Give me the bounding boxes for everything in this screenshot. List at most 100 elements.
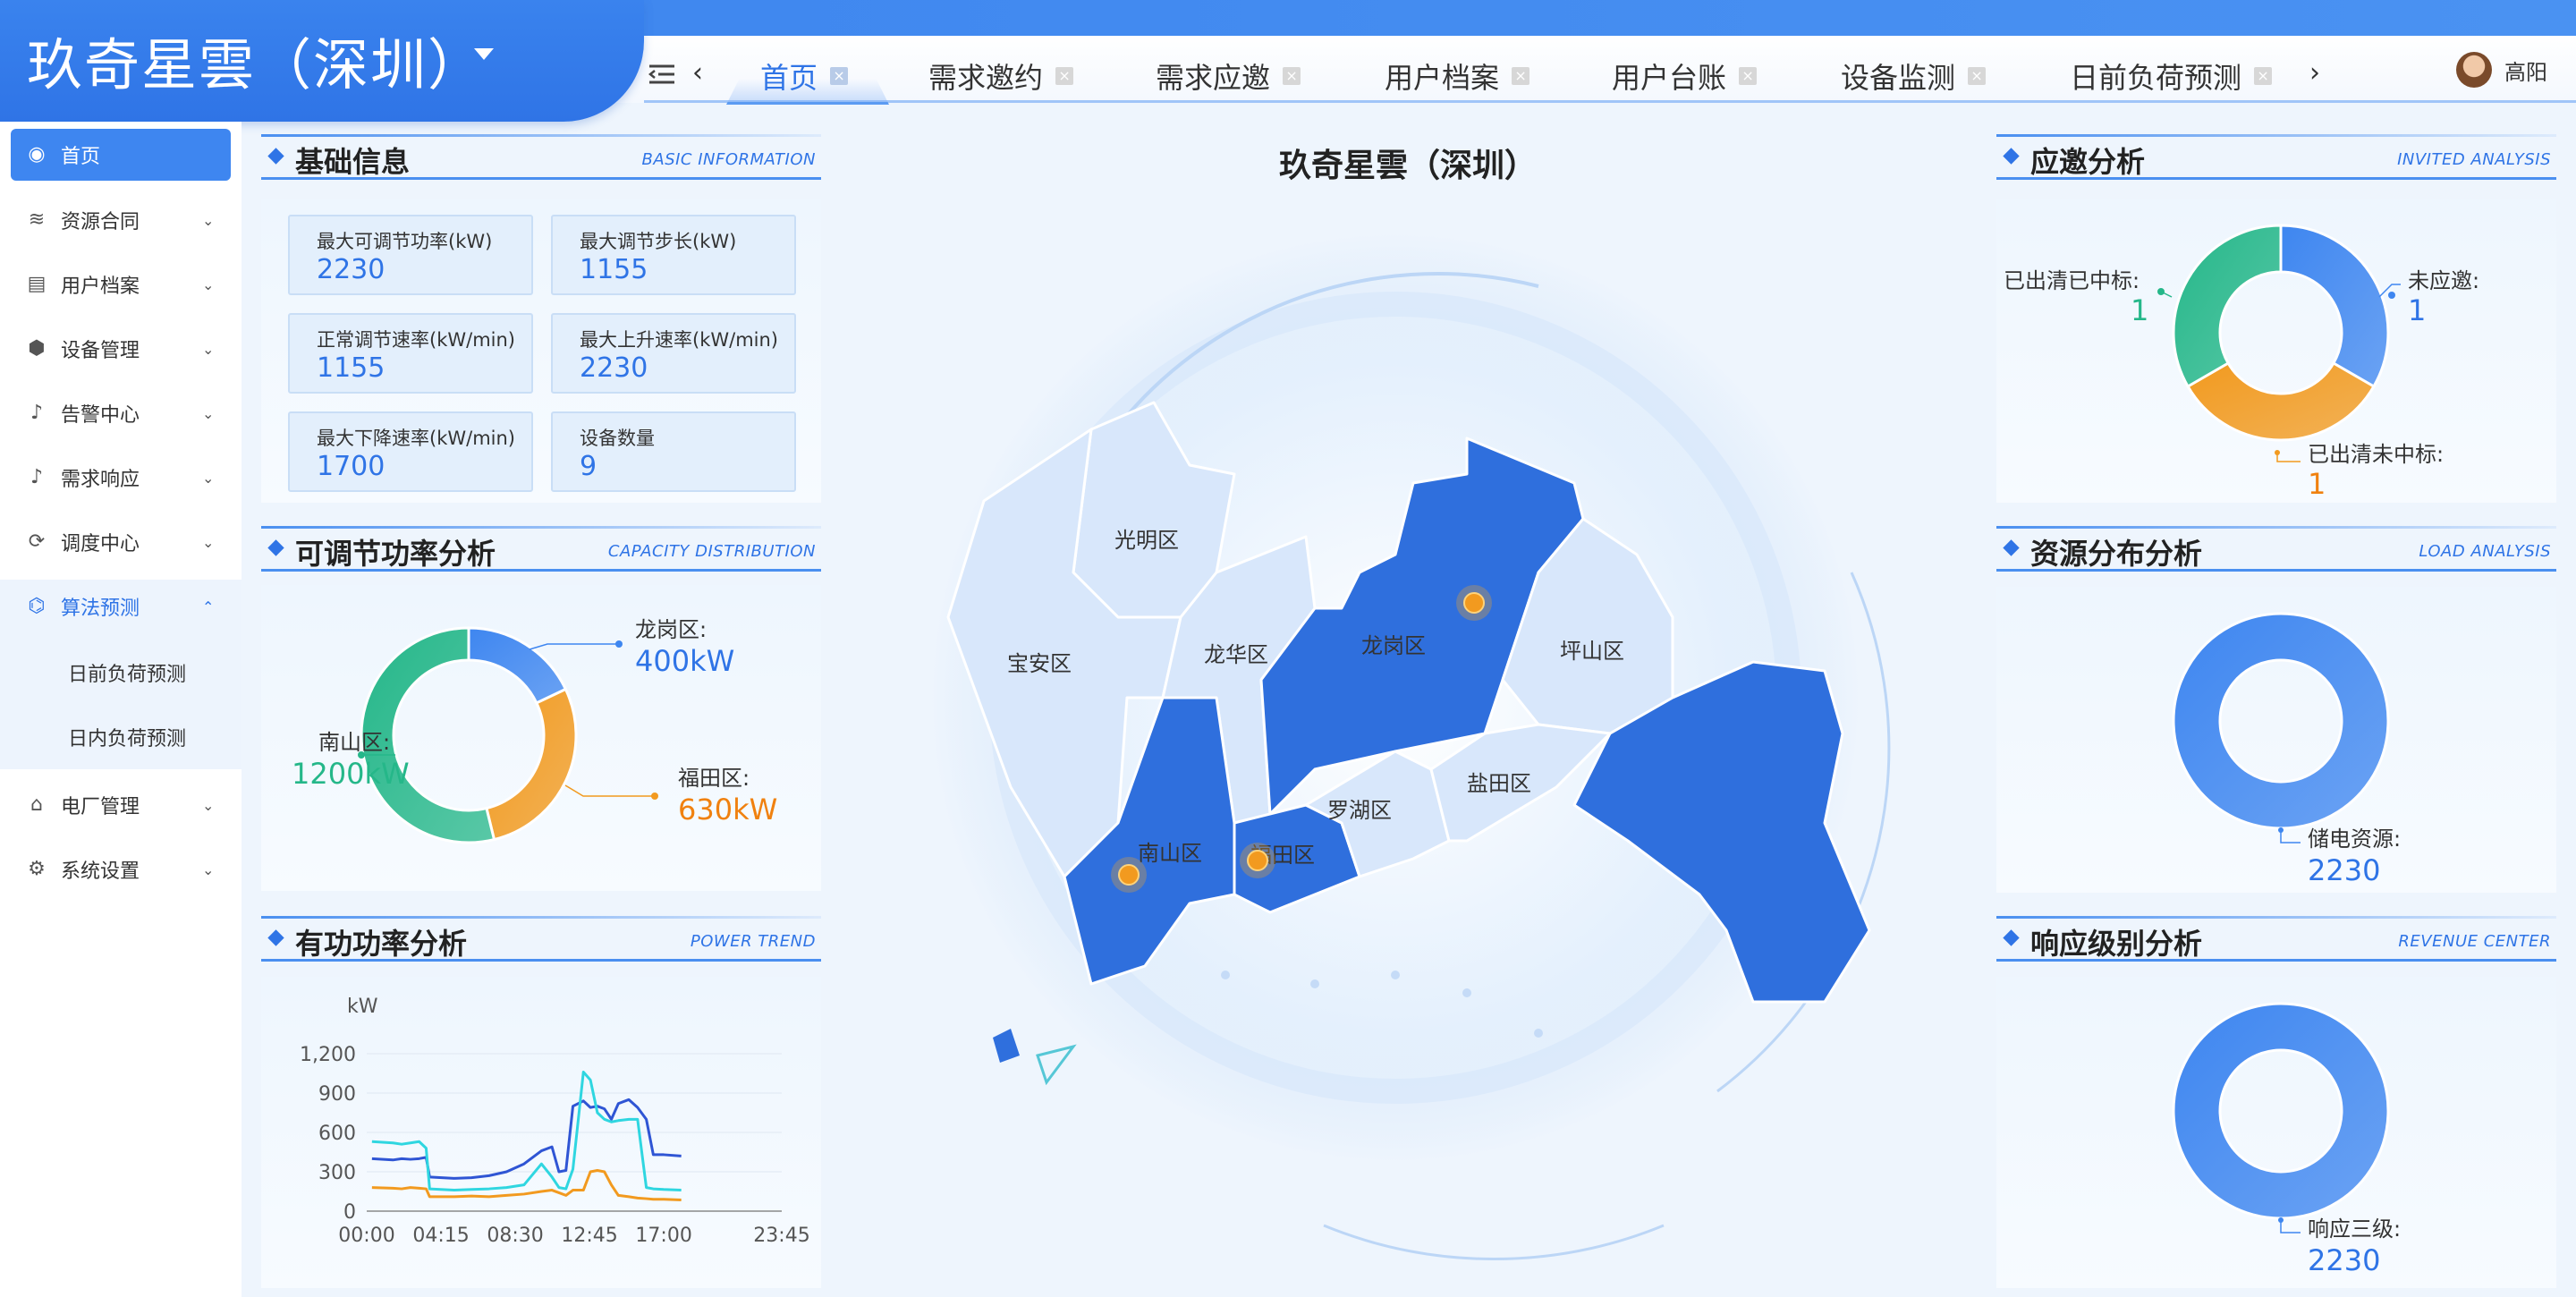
menu-fold-icon[interactable] <box>648 57 674 89</box>
triangle-marker <box>1036 1044 1077 1086</box>
y-tick-label: 600 <box>318 1123 356 1145</box>
tab-device-monitor[interactable]: 设备监测 × <box>1841 52 1987 100</box>
sidebar-item-label: 电厂管理 <box>61 796 140 818</box>
panel-title: 有功功率分析 <box>295 927 468 961</box>
sidebar-item-plant[interactable]: ⌂ 电厂管理 ⌄ <box>0 778 242 832</box>
sidebar-item-contracts[interactable]: ≋ 资源合同 ⌄ <box>0 193 242 247</box>
info-label: 最大下降速率(kW/min) <box>317 428 515 449</box>
panel-subtitle: BASIC INFORMATION <box>641 150 816 169</box>
value-futian: 630kW <box>678 793 778 827</box>
panel-subtitle: INVITED ANALYSIS <box>2397 150 2551 169</box>
sidebar-item-settings[interactable]: ⚙ 系统设置 ⌄ <box>0 843 242 896</box>
info-value: 1155 <box>580 254 648 285</box>
location-marker <box>1463 592 1485 614</box>
sidebar-subitem-day-ahead[interactable]: 日前负荷预测 <box>68 658 186 687</box>
sidebar-item-home[interactable]: ◉ 首页 <box>11 129 231 181</box>
close-icon[interactable]: × <box>1512 67 1530 85</box>
tab-user-ledger[interactable]: 用户台账 × <box>1612 52 1758 100</box>
power-header: 有功功率分析 POWER TREND <box>261 916 821 962</box>
chevron-down-icon: ⌄ <box>202 533 215 551</box>
invited-panel: 已出清已中标: 1 未应邀: 1 已出清未中标: 1 <box>1996 199 2556 503</box>
box-icon: ⬢ <box>28 337 46 360</box>
chevron-right-icon[interactable]: › <box>2309 57 2320 89</box>
leader-dot <box>2388 292 2395 299</box>
value-longgang: 400kW <box>635 644 735 678</box>
info-card: 最大调节步长(kW) 1155 <box>551 215 796 295</box>
sidebar-item-dispatch[interactable]: ⟳ 调度中心 ⌄ <box>0 515 242 569</box>
panel-title: 响应级别分析 <box>2030 927 2203 961</box>
close-icon[interactable]: × <box>1739 67 1758 85</box>
panel-subtitle: LOAD ANALYSIS <box>2419 542 2551 561</box>
district-label: 宝安区 <box>1007 651 1072 676</box>
value-storage: 2230 <box>2308 853 2381 887</box>
sidebar-item-label: 调度中心 <box>61 533 140 555</box>
avatar[interactable] <box>2456 52 2492 88</box>
donut-slice <box>2172 612 2390 830</box>
sidebar-item-label: 算法预测 <box>61 598 140 620</box>
info-value: 2230 <box>317 254 386 285</box>
load-header: 资源分布分析 LOAD ANALYSIS <box>1996 526 2556 572</box>
sidebar-item-label: 告警中心 <box>61 404 140 427</box>
close-icon[interactable]: × <box>830 67 849 85</box>
info-label: 最大可调节功率(kW) <box>317 231 493 252</box>
algorithm-icon: ⌬ <box>28 595 46 617</box>
sidebar-item-demand-response[interactable]: ♪ 需求响应 ⌄ <box>0 451 242 504</box>
info-label: 最大上升速率(kW/min) <box>580 329 778 351</box>
map-title: 玖奇星雲（深圳） <box>1279 148 1538 184</box>
chevron-left-icon[interactable]: ‹ <box>692 57 703 89</box>
label-lost: 已出清未中标: <box>2308 442 2445 467</box>
tab-user-profile[interactable]: 用户档案 × <box>1385 52 1530 100</box>
info-value: 1700 <box>317 451 386 482</box>
tab-demand-response[interactable]: 需求应邀 × <box>1156 52 1301 100</box>
sidebar-item-devices[interactable]: ⬢ 设备管理 ⌄ <box>0 322 242 376</box>
tab-demand-invite[interactable]: 需求邀约 × <box>928 52 1074 100</box>
capacity-header: 可调节功率分析 CAPACITY DISTRIBUTION <box>261 526 821 572</box>
tab-home[interactable]: 首页 × <box>760 52 849 100</box>
panel-subtitle: CAPACITY DISTRIBUTION <box>607 542 816 561</box>
sidebar-subitem-intraday[interactable]: 日内负荷预测 <box>68 723 186 751</box>
sidebar-item-algorithm[interactable]: ⌬ 算法预测 ⌃ <box>0 580 242 633</box>
panel-title: 可调节功率分析 <box>295 537 496 571</box>
sea-dot <box>1310 979 1319 988</box>
sea-dot <box>1462 988 1471 997</box>
close-icon[interactable]: × <box>1283 67 1301 85</box>
leader-dot <box>651 793 658 800</box>
dashboard-icon: ◉ <box>28 143 46 165</box>
brand-dropdown[interactable]: 玖奇星雲（深圳） <box>0 0 644 122</box>
y-tick-label: 900 <box>318 1083 356 1106</box>
donut-slice <box>467 626 568 705</box>
caret-down-icon[interactable] <box>474 48 494 60</box>
sidebar-item-alarms[interactable]: ♪ 告警中心 ⌄ <box>0 386 242 440</box>
chevron-down-icon: ⌄ <box>202 404 215 422</box>
label-not-invited: 未应邀: <box>2408 268 2480 293</box>
info-value: 9 <box>580 451 597 482</box>
shenzhen-map: 光明区宝安区 龙华区 龙岗区 坪山区南山区 福田区罗湖区盐田区 <box>930 233 1891 1260</box>
user-menu[interactable]: 高阳 <box>2456 52 2547 88</box>
leader-dot <box>2275 450 2280 455</box>
value-level3: 2230 <box>2308 1243 2381 1277</box>
close-icon[interactable]: × <box>1968 67 1987 85</box>
tab-day-ahead-forecast[interactable]: 日前负荷预测 × <box>2070 52 2273 100</box>
house-icon: ⌂ <box>30 793 43 816</box>
close-icon[interactable]: × <box>1055 67 1074 85</box>
sea-dot <box>1391 971 1400 979</box>
donut-slice <box>2186 360 2376 442</box>
value-lost: 1 <box>2308 467 2326 501</box>
close-icon[interactable]: × <box>2254 67 2273 85</box>
tab-label: 设备监测 <box>1841 61 1956 95</box>
label-longgang: 龙岗区: <box>635 617 708 642</box>
sidebar-item-label: 需求响应 <box>61 469 140 491</box>
donut-slice <box>2172 224 2283 389</box>
x-tick-label: 17:00 <box>635 1225 691 1247</box>
diamond-icon <box>2003 539 2020 556</box>
user-name: 高阳 <box>2504 59 2547 85</box>
bell-icon: ♪ <box>30 402 44 424</box>
sidebar-item-label: 设备管理 <box>61 340 140 362</box>
panel-title: 基础信息 <box>295 145 411 179</box>
chevron-down-icon: ⌄ <box>202 211 215 229</box>
tab-label: 首页 <box>760 61 818 95</box>
basic-info-panel: 最大可调节功率(kW) 2230 最大调节步长(kW) 1155 正常调节速率(… <box>261 199 821 503</box>
x-tick-label: 00:00 <box>338 1225 394 1247</box>
series-line <box>371 1169 682 1202</box>
sidebar-item-user-profile[interactable]: ▤ 用户档案 ⌄ <box>0 258 242 311</box>
